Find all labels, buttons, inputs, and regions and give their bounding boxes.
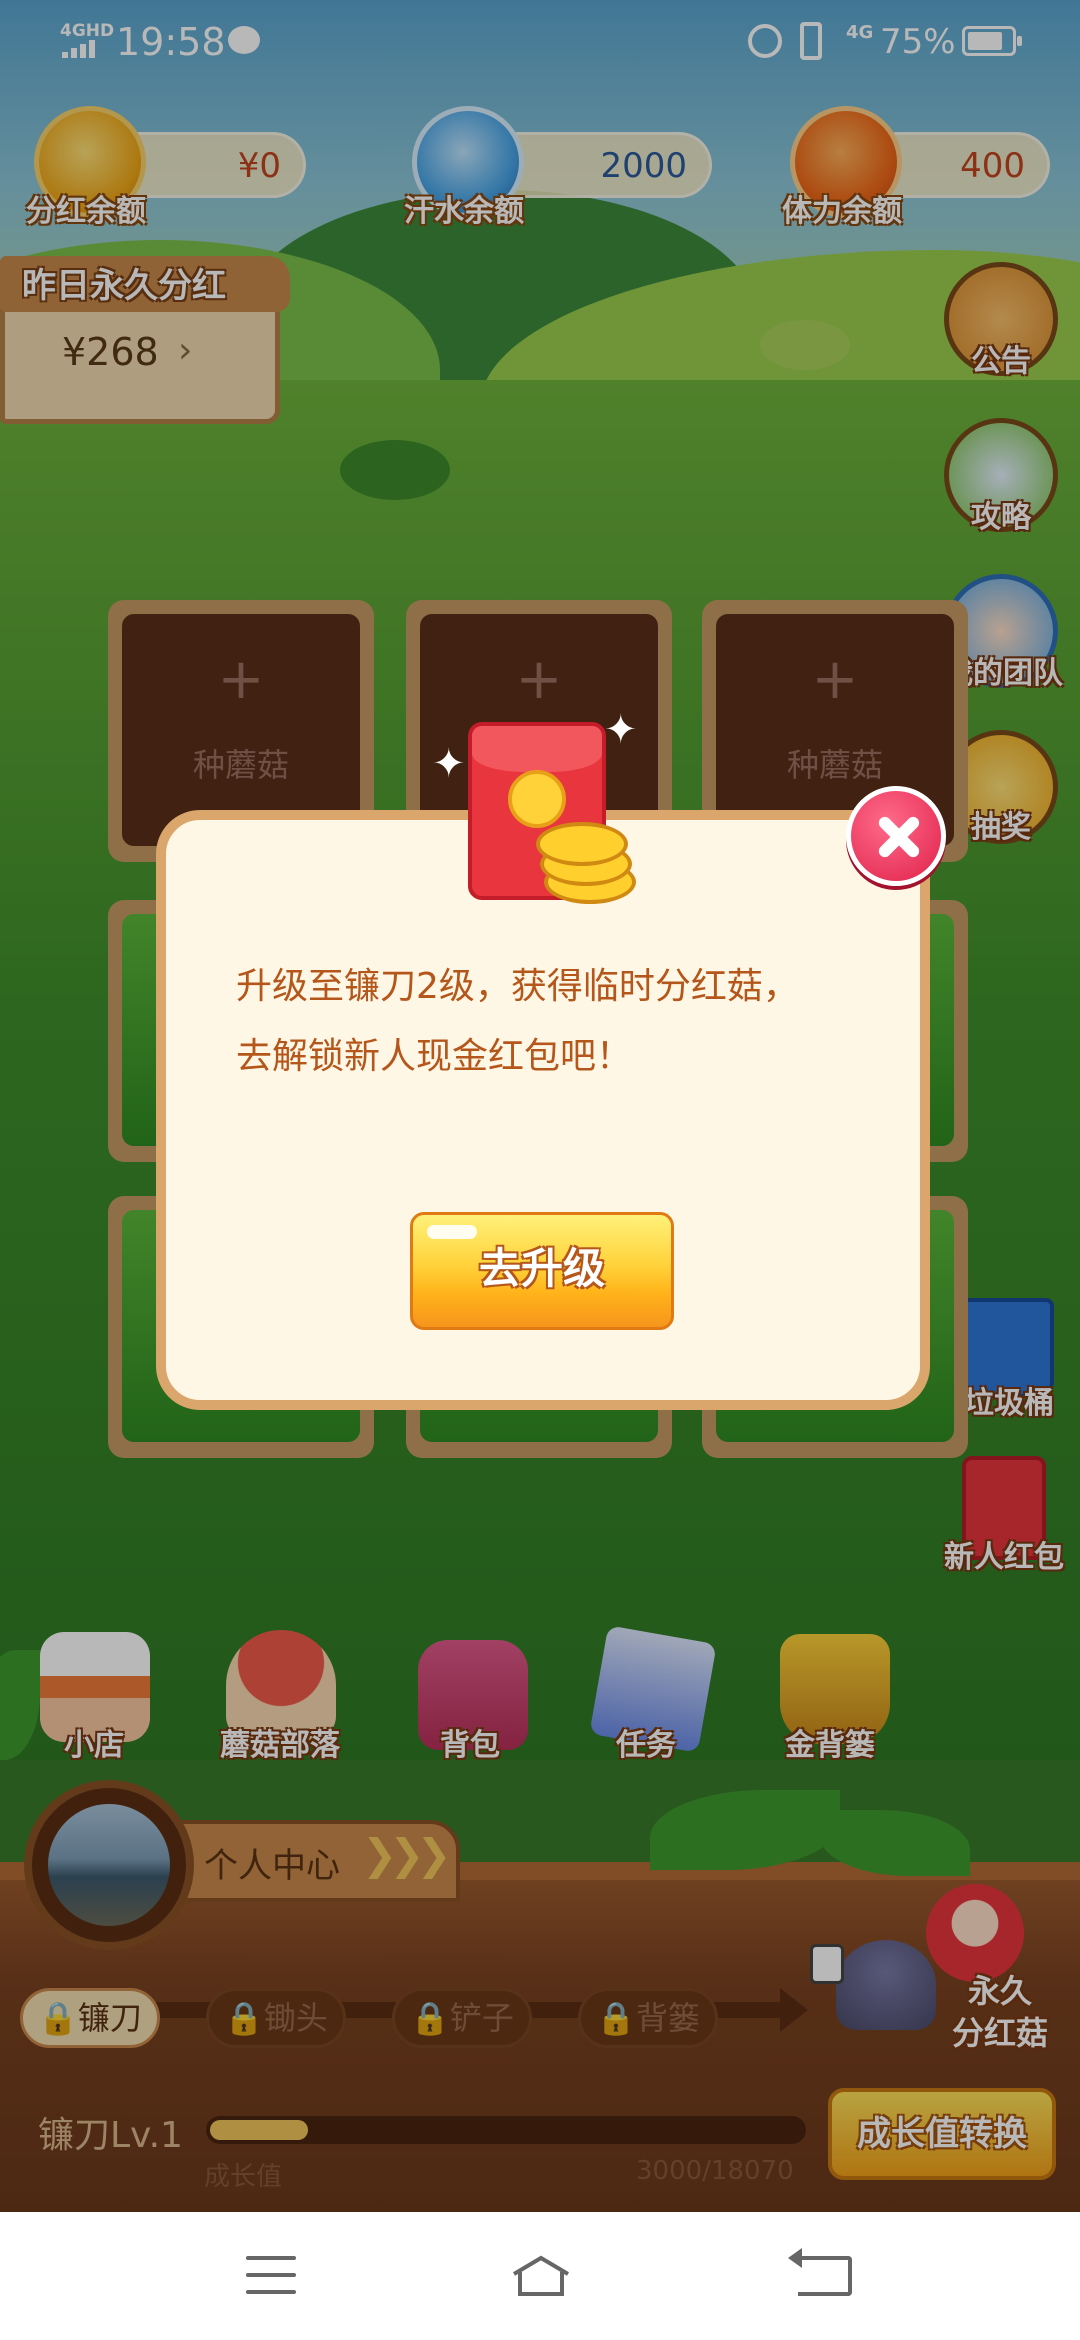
sparkle-icon: ✦ <box>604 707 638 753</box>
recent-apps-icon[interactable] <box>246 2256 296 2296</box>
close-icon[interactable] <box>846 786 946 886</box>
dialog-message-line2: 去解锁新人现金红包吧！ <box>236 1036 633 1077</box>
back-icon[interactable] <box>788 2248 852 2296</box>
home-icon[interactable] <box>510 2252 572 2298</box>
go-upgrade-button[interactable]: 去升级 <box>410 1212 674 1330</box>
red-packet-flap <box>472 726 602 772</box>
gold-coin-icon <box>536 822 628 866</box>
sparkle-icon: ✦ <box>432 741 466 787</box>
dialog-message-line1: 升级至镰刀2级，获得临时分红菇， <box>236 966 799 1007</box>
mushroom-seal-icon <box>508 770 566 828</box>
